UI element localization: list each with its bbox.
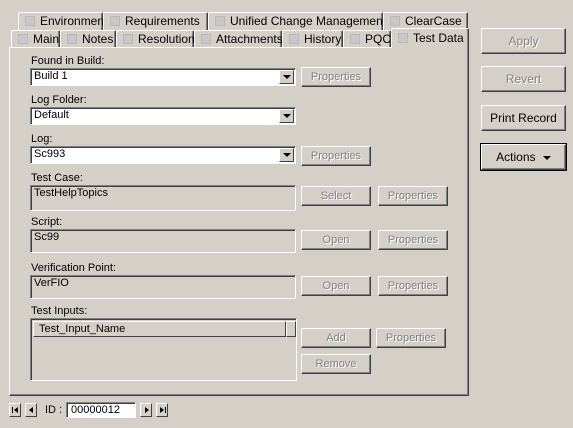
dropdown-arrow-icon[interactable] (279, 148, 294, 162)
last-record-icon (165, 407, 166, 413)
found-in-build-combo[interactable]: Build 1 (30, 68, 296, 86)
tab-label: Attachments (216, 32, 283, 46)
verification-point-properties-button[interactable]: Properties (378, 276, 448, 296)
last-record-button[interactable] (156, 403, 168, 417)
tab-icon (67, 34, 77, 44)
tab-icon (18, 34, 28, 44)
tab-icon (350, 34, 360, 44)
tab-label: Test Data (413, 31, 464, 45)
first-record-arrow (14, 407, 18, 413)
test-inputs-list[interactable]: Test_Input_Name (30, 318, 297, 381)
test-inputs-properties-button[interactable]: Properties (376, 328, 446, 348)
found-in-build-properties-button[interactable]: Properties (301, 67, 371, 87)
tab-environment[interactable]: Environment (18, 12, 107, 30)
previous-record-button[interactable] (25, 403, 37, 417)
tab-icon (123, 34, 133, 44)
actions-button[interactable]: Actions (480, 143, 567, 171)
tab-history[interactable]: History (282, 30, 343, 48)
script-value: Sc99 (34, 231, 60, 243)
tab-icon (215, 16, 225, 26)
script-open-button[interactable]: Open (301, 230, 371, 250)
id-field[interactable]: 00000012 (66, 402, 136, 418)
log-properties-button[interactable]: Properties (301, 146, 371, 166)
log-combo[interactable]: Sc993 (30, 146, 296, 164)
tab-label: History (304, 32, 342, 46)
log-label: Log: (31, 133, 53, 145)
column-header-filler (286, 321, 296, 337)
tab-label: Notes (82, 32, 114, 46)
previous-icon (29, 407, 33, 413)
test-case-label: Test Case: (31, 172, 83, 184)
next-icon (145, 407, 149, 413)
tab-unified-change-management[interactable]: Unified Change Management (208, 12, 387, 30)
tab-requirements[interactable]: Requirements (103, 12, 208, 30)
verification-point-open-button[interactable]: Open (301, 276, 371, 296)
tab-label: Main (33, 32, 60, 46)
tab-label: Unified Change Management (230, 14, 387, 28)
first-record-button[interactable] (9, 403, 21, 417)
tab-notes[interactable]: Notes (60, 30, 116, 48)
tab-label: PQC (365, 32, 392, 46)
script-field[interactable]: Sc99 (30, 229, 296, 253)
dropdown-arrow-icon[interactable] (279, 70, 294, 84)
found-in-build-label: Found in Build: (31, 55, 105, 67)
script-properties-button[interactable]: Properties (378, 230, 448, 250)
first-record-icon (12, 407, 13, 413)
verification-point-field[interactable]: VerFIO (30, 275, 296, 299)
test-case-field[interactable]: TestHelpTopics (30, 185, 296, 211)
script-label: Script: (31, 216, 63, 228)
revert-button[interactable]: Revert (481, 66, 566, 92)
log-value: Sc993 (34, 148, 66, 160)
log-folder-value: Default (34, 109, 69, 121)
test-inputs-add-button[interactable]: Add (301, 328, 371, 348)
apply-button[interactable]: Apply (481, 28, 566, 54)
chevron-down-icon (542, 155, 551, 160)
tab-test-data[interactable]: Test Data (391, 28, 469, 48)
tab-label: Requirements (125, 14, 200, 28)
last-record-arrow (160, 407, 164, 413)
id-label: ID : (45, 404, 63, 416)
log-folder-combo[interactable]: Default (30, 107, 296, 125)
tab-label: ClearCase (405, 14, 462, 28)
tab-icon (289, 34, 299, 44)
next-record-button[interactable] (140, 403, 152, 417)
tab-icon (390, 16, 400, 26)
tab-icon (201, 34, 211, 44)
tab-icon (25, 16, 35, 26)
log-folder-label: Log Folder: (31, 94, 87, 106)
verification-point-value: VerFIO (34, 277, 69, 289)
test-case-properties-button[interactable]: Properties (378, 186, 448, 206)
test-inputs-label: Test Inputs: (31, 305, 88, 317)
dropdown-arrow-icon[interactable] (279, 109, 294, 123)
print-record-button[interactable]: Print Record (481, 105, 566, 131)
tab-label: Resolution (138, 32, 195, 46)
test-inputs-remove-button[interactable]: Remove (301, 354, 371, 374)
tab-pqc[interactable]: PQC (343, 30, 391, 48)
tab-attachments[interactable]: Attachments (194, 30, 283, 48)
tab-main[interactable]: Main (11, 30, 60, 48)
tab-icon (110, 16, 120, 26)
found-in-build-value: Build 1 (34, 70, 68, 82)
tab-icon (398, 33, 408, 43)
tab-resolution[interactable]: Resolution (116, 30, 195, 48)
verification-point-label: Verification Point: (31, 262, 116, 274)
test-input-name-column-header[interactable]: Test_Input_Name (33, 321, 286, 337)
tab-label: Environment (40, 14, 108, 28)
test-case-value: TestHelpTopics (34, 187, 108, 199)
actions-label: Actions (496, 150, 536, 164)
id-value: 00000012 (71, 404, 120, 416)
test-case-select-button[interactable]: Select (301, 186, 371, 206)
